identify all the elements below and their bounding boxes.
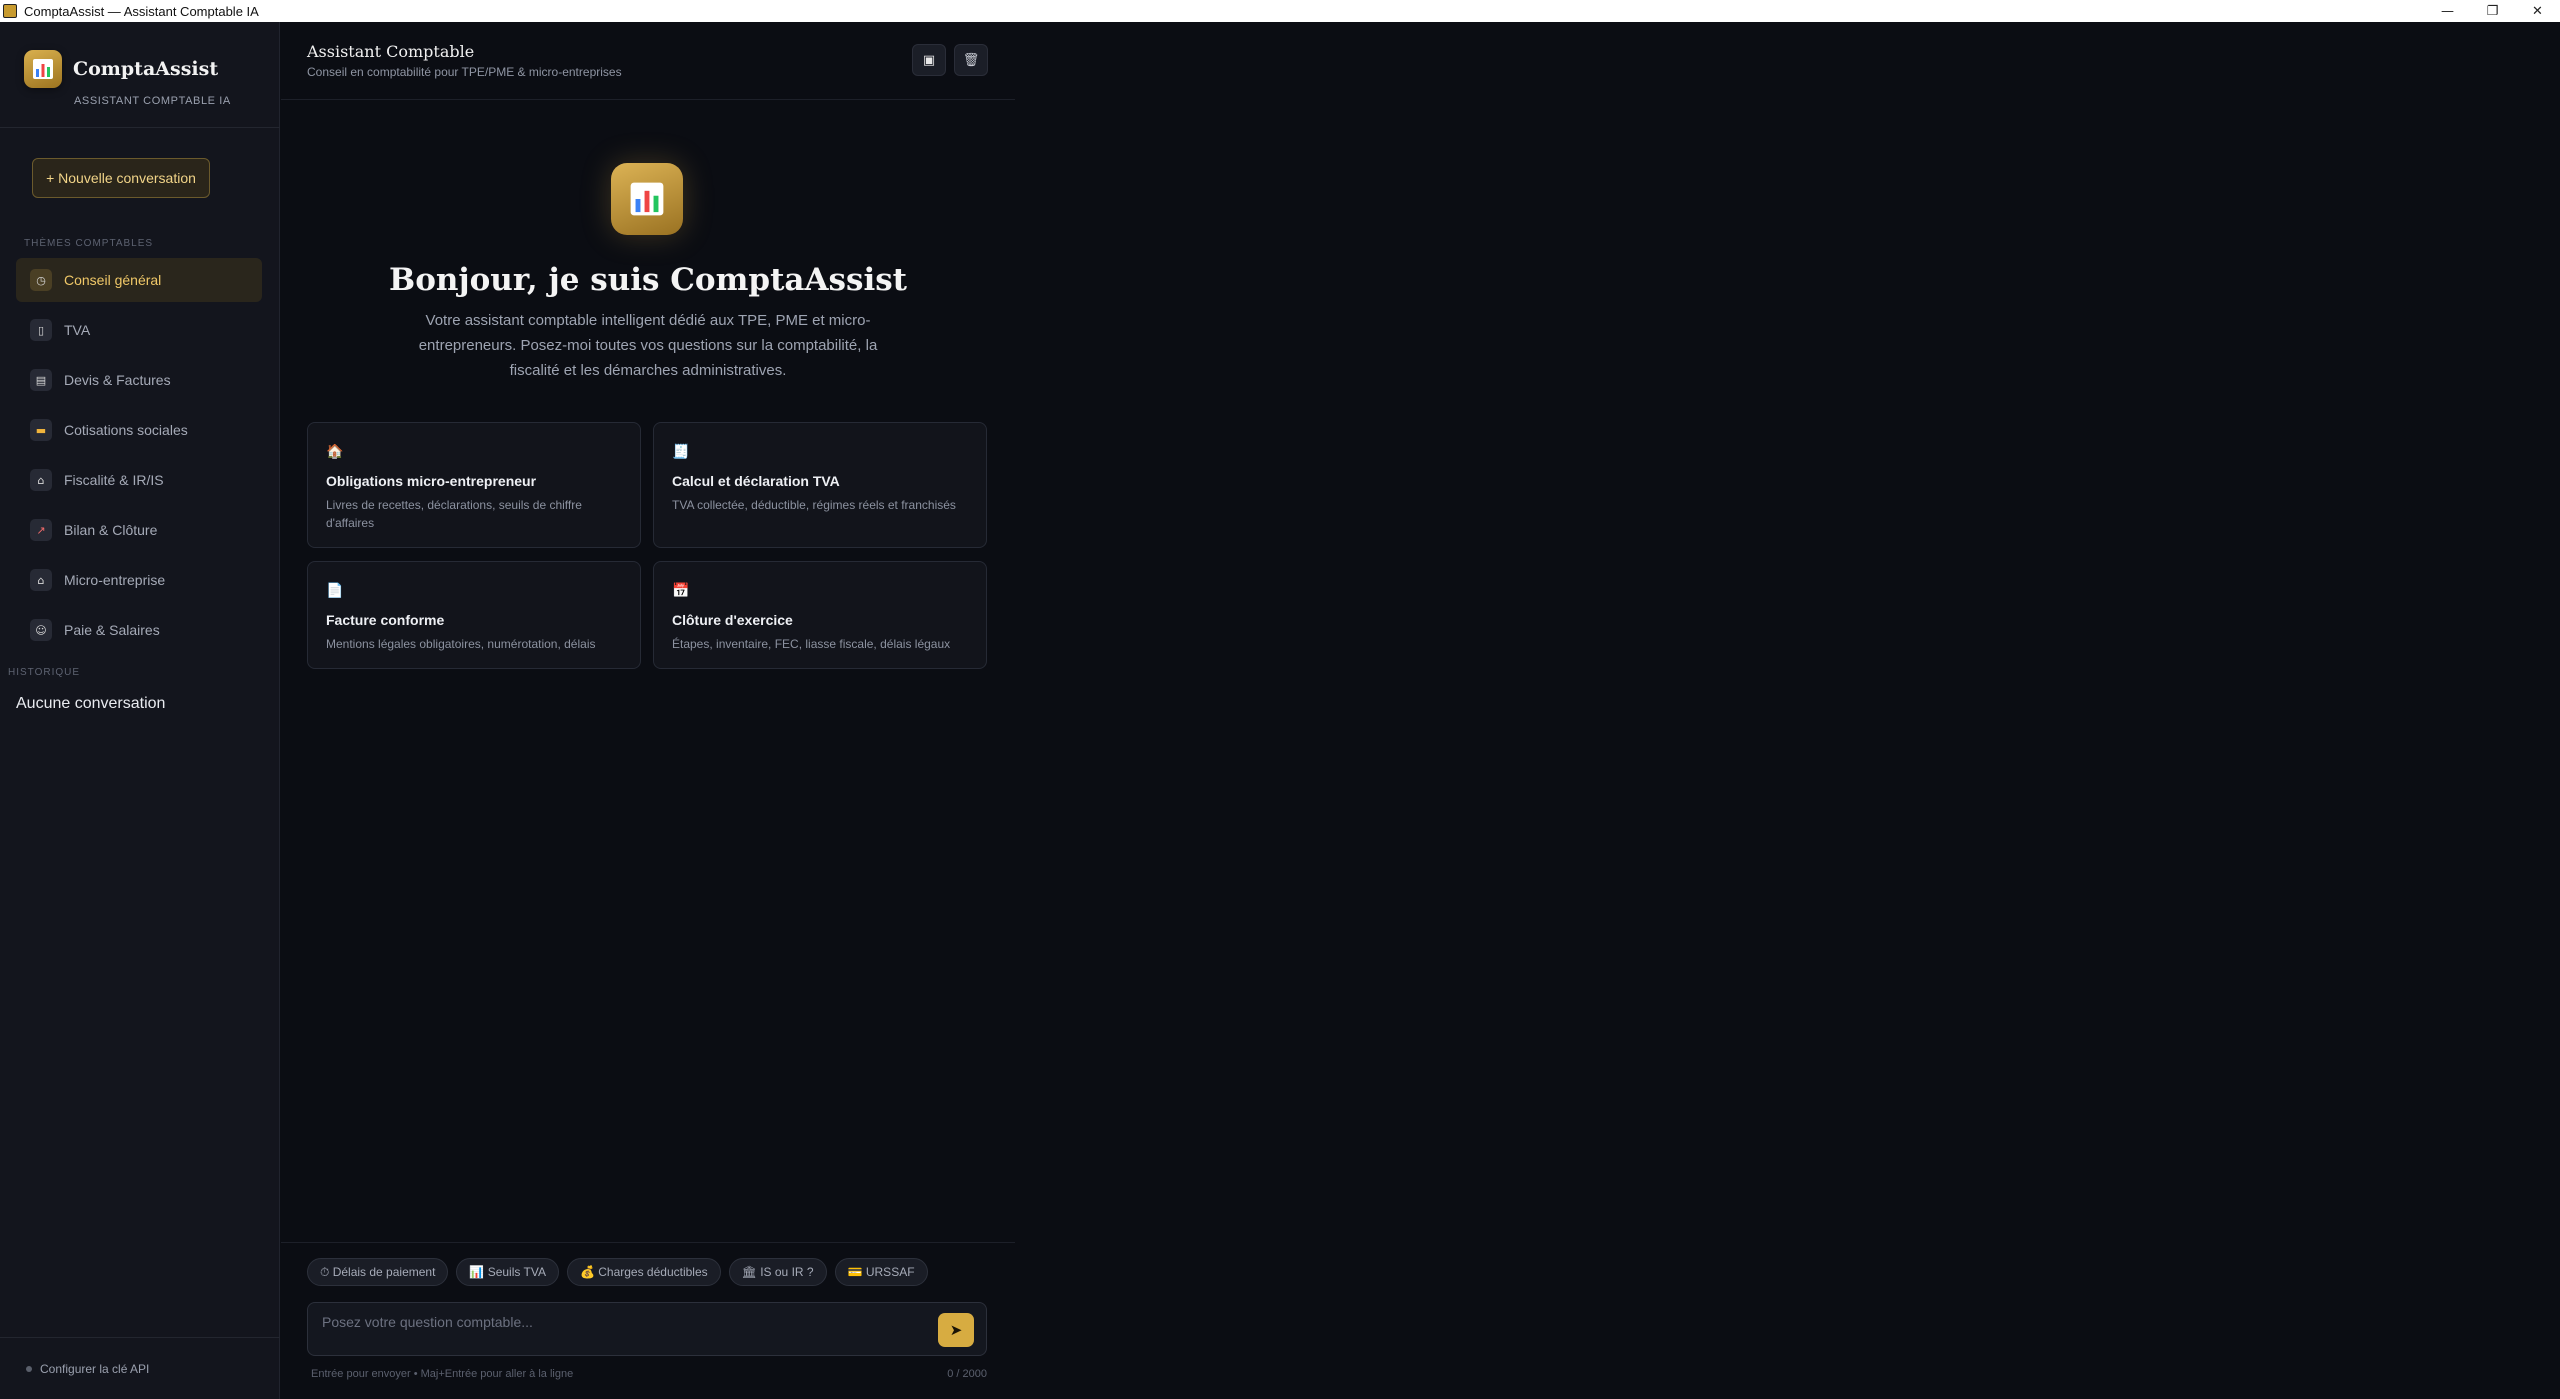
id-card-icon: ☺ <box>30 619 52 641</box>
brand-subtitle: ASSISTANT COMPTABLE IA <box>74 95 231 107</box>
quick-prompt-delais[interactable]: ⏱ Délais de paiement <box>307 1258 449 1286</box>
suggestion-card-tva[interactable]: 🧾 Calcul et déclaration TVA TVA collecté… <box>653 422 987 548</box>
card-description: TVA collectée, déductible, régimes réels… <box>672 498 956 512</box>
quick-prompt-seuils-tva[interactable]: 📊 Seuils TVA <box>456 1258 559 1286</box>
suggestion-card-cloture[interactable]: 📅 Clôture d'exercice Étapes, inventaire,… <box>653 561 987 669</box>
empty-area <box>1015 22 2560 1399</box>
sidebar-item-bilan-cloture[interactable]: ↗ Bilan & Clôture <box>16 508 262 552</box>
themes-section-title: THÈMES COMPTABLES <box>24 238 154 249</box>
window-title: ComptaAssist — Assistant Comptable IA <box>24 3 259 19</box>
suggestion-card-facture[interactable]: 📄 Facture conforme Mentions légales obli… <box>307 561 641 669</box>
quick-prompt-urssaf[interactable]: 💳 URSSAF <box>834 1258 928 1286</box>
card-description: Livres de recettes, déclarations, seuils… <box>326 498 582 530</box>
card-description: Mentions légales obligatoires, numérotat… <box>326 637 596 651</box>
input-hint: Entrée pour envoyer • Maj+Entrée pour al… <box>311 1368 574 1380</box>
sidebar-item-label: Bilan & Clôture <box>64 522 158 538</box>
welcome-title: Bonjour, je suis ComptaAssist <box>389 262 907 298</box>
brand: ComptaAssist <box>24 50 218 88</box>
bar-chart-icon <box>33 59 53 79</box>
card-title: Facture conforme <box>326 612 445 628</box>
quick-prompts: ⏱ Délais de paiement 📊 Seuils TVA 💰 Char… <box>307 1258 928 1286</box>
divider <box>0 1337 280 1338</box>
message-input-box: ➤ <box>307 1302 987 1356</box>
quick-prompt-is-ir[interactable]: 🏛 IS ou IR ? <box>728 1258 827 1286</box>
new-conversation-button[interactable]: + Nouvelle conversation <box>32 158 210 198</box>
sidebar-item-tva[interactable]: ▯ TVA <box>16 308 262 352</box>
compass-icon: ◷ <box>30 269 52 291</box>
house-icon: ⌂ <box>30 569 52 591</box>
card-title: Calcul et déclaration TVA <box>672 473 840 489</box>
page-title: Assistant Comptable <box>307 42 475 61</box>
save-button[interactable]: ▣ <box>912 44 946 76</box>
sidebar-item-paie-salaires[interactable]: ☺ Paie & Salaires <box>16 608 262 652</box>
api-link-label: Configurer la clé API <box>40 1362 150 1376</box>
save-icon: ▣ <box>922 52 936 68</box>
bar-chart-icon <box>630 182 664 216</box>
close-button[interactable]: ✕ <box>2515 0 2560 22</box>
welcome-text: Votre assistant comptable intelligent dé… <box>418 312 878 379</box>
quick-prompt-charges[interactable]: 💰 Charges déductibles <box>566 1258 721 1286</box>
sidebar-item-label: Micro-entreprise <box>64 572 166 588</box>
main-panel: Assistant Comptable Conseil en comptabil… <box>281 22 1015 1399</box>
house-icon: 🏠 <box>326 444 344 460</box>
credit-card-icon: ▬ <box>30 419 52 441</box>
receipt-icon: 🧾 <box>672 444 690 460</box>
divider <box>281 1242 1015 1243</box>
chart-up-icon: ↗ <box>30 519 52 541</box>
sidebar-item-fiscalite[interactable]: ⌂ Fiscalité & IR/IS <box>16 458 262 502</box>
status-dot <box>26 1366 32 1372</box>
app-icon <box>3 4 17 18</box>
sidebar-item-micro-entreprise[interactable]: ⌂ Micro-entreprise <box>16 558 262 602</box>
document-icon: ▤ <box>30 369 52 391</box>
sidebar-item-conseil-general[interactable]: ◷ Conseil général <box>16 258 262 302</box>
no-conversation-text: Aucune conversation <box>16 695 166 712</box>
maximize-button[interactable]: ❐ <box>2470 0 2515 22</box>
sidebar: ComptaAssist ASSISTANT COMPTABLE IA + No… <box>0 22 280 1399</box>
message-input[interactable] <box>322 1303 912 1341</box>
sidebar-item-label: Conseil général <box>64 272 162 288</box>
send-button[interactable]: ➤ <box>938 1313 974 1347</box>
sidebar-item-label: TVA <box>64 322 91 338</box>
bank-icon: ⌂ <box>30 469 52 491</box>
card-title: Obligations micro-entrepreneur <box>326 473 537 489</box>
brand-logo <box>24 50 62 88</box>
minimize-button[interactable]: — <box>2425 0 2470 22</box>
configure-api-key-link[interactable]: Configurer la clé API <box>26 1362 149 1376</box>
suggestion-card-micro-entrepreneur[interactable]: 🏠 Obligations micro-entrepreneur Livres … <box>307 422 641 548</box>
sidebar-item-label: Cotisations sociales <box>64 422 188 438</box>
card-description: Étapes, inventaire, FEC, liasse fiscale,… <box>672 637 951 651</box>
send-icon: ➤ <box>949 1321 963 1339</box>
page-subtitle: Conseil en comptabilité pour TPE/PME & m… <box>307 65 622 79</box>
divider <box>0 127 280 128</box>
main-header: Assistant Comptable Conseil en comptabil… <box>281 22 1015 100</box>
trash-icon: 🗑 <box>962 52 980 68</box>
character-counter: 0 / 2000 <box>947 1368 987 1380</box>
receipt-icon: ▯ <box>30 319 52 341</box>
sidebar-item-cotisations-sociales[interactable]: ▬ Cotisations sociales <box>16 408 262 452</box>
sidebar-item-label: Fiscalité & IR/IS <box>64 472 164 488</box>
brand-name: ComptaAssist <box>73 58 219 80</box>
window-controls: — ❐ ✕ <box>2425 0 2560 22</box>
sidebar-item-label: Devis & Factures <box>64 372 171 388</box>
window-titlebar: ComptaAssist — Assistant Comptable IA — … <box>0 0 2560 22</box>
document-icon: 📄 <box>326 583 344 599</box>
sidebar-item-label: Paie & Salaires <box>64 622 160 638</box>
history-section-title: HISTORIQUE <box>8 667 81 678</box>
card-title: Clôture d'exercice <box>672 612 793 628</box>
delete-button[interactable]: 🗑 <box>954 44 988 76</box>
sidebar-item-devis-factures[interactable]: ▤ Devis & Factures <box>16 358 262 402</box>
welcome-logo <box>611 163 683 235</box>
calendar-icon: 📅 <box>672 583 690 599</box>
